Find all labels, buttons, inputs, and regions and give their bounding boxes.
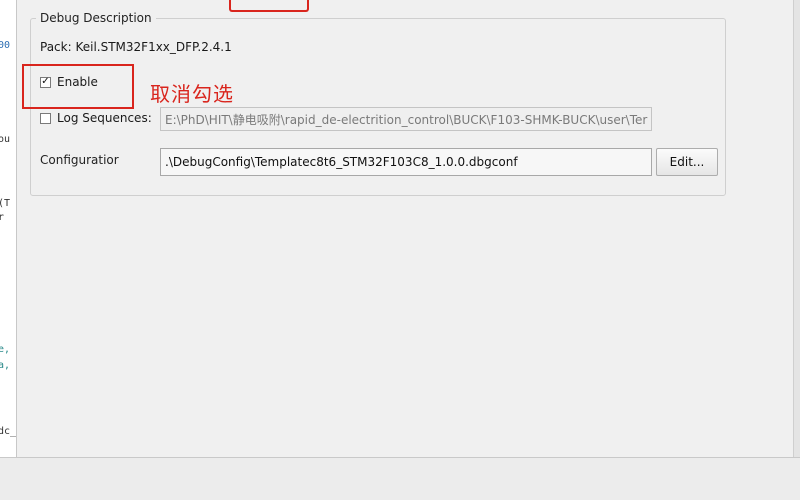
pack-info: Pack: Keil.STM32F1xx_DFP.2.4.1 <box>40 40 232 54</box>
editor-fragment: 00 <box>0 40 11 51</box>
window-right-edge <box>793 0 800 500</box>
group-title: Debug Description <box>36 11 156 25</box>
log-sequences-label: Log Sequences: <box>57 111 152 125</box>
enable-checkbox-row[interactable]: ✓ Enable <box>40 75 98 89</box>
editor-fragment: dc_ <box>0 426 17 437</box>
log-sequences-checkbox[interactable] <box>40 112 51 124</box>
log-sequences-path-field: E:\PhD\HIT\静电吸附\rapid_de-electrition_con… <box>160 107 652 131</box>
editor-fragment: r <box>0 212 4 223</box>
configuration-path-field[interactable]: .\DebugConfig\Templatec8t6_STM32F103C8_1… <box>160 148 652 176</box>
red-highlight-box-top <box>229 0 309 12</box>
log-sequences-checkbox-row[interactable]: Log Sequences: <box>40 111 152 125</box>
enable-checkbox[interactable]: ✓ <box>40 76 51 88</box>
code-editor-strip: 00 ou (T r e, a, dc_ <box>0 0 17 500</box>
editor-fragment: ou <box>0 134 11 145</box>
editor-fragment: e, <box>0 344 11 355</box>
edit-button[interactable]: Edit... <box>656 148 718 176</box>
checkmark-icon: ✓ <box>41 76 50 87</box>
enable-label: Enable <box>57 75 98 89</box>
editor-fragment: a, <box>0 360 11 371</box>
configuration-label: Configuratior <box>40 153 119 167</box>
annotation-uncheck: 取消勾选 <box>150 82 234 106</box>
editor-fragment: (T <box>0 198 11 209</box>
window-bottom-bar <box>0 457 800 500</box>
